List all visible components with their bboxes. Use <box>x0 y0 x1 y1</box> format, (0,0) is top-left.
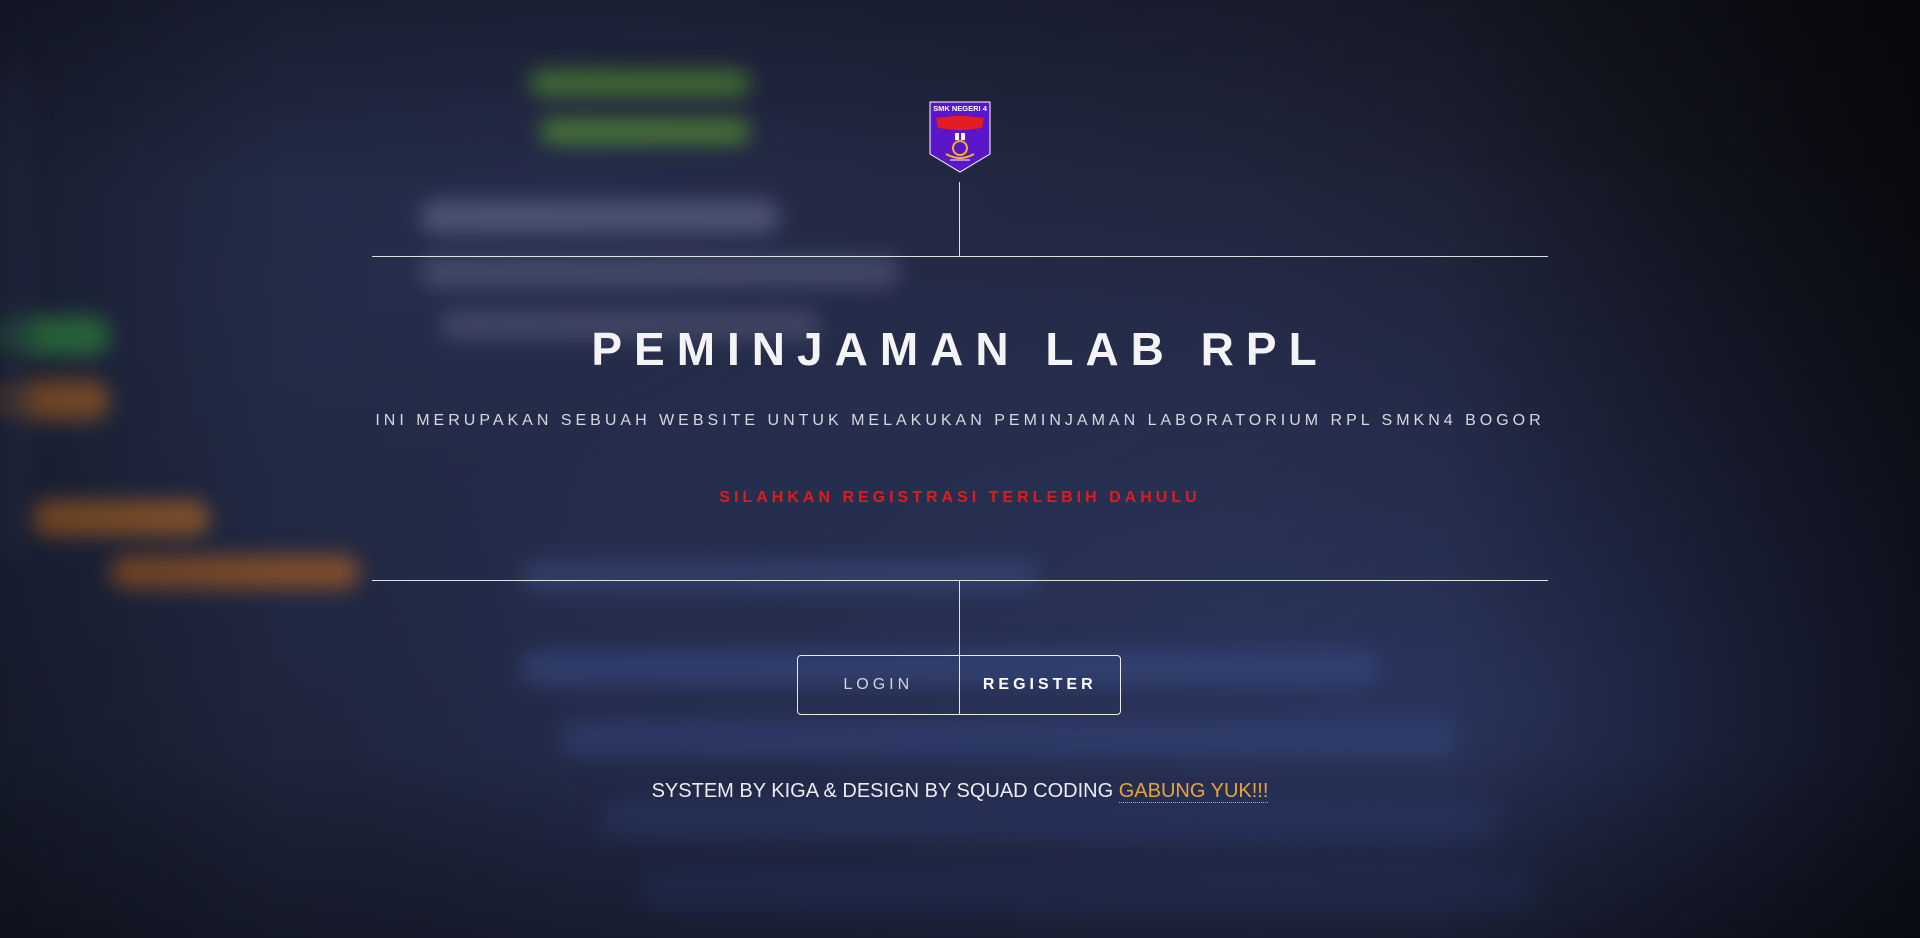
school-logo: SMK NEGERI 4 <box>928 100 992 174</box>
footer: SYSTEM BY KIGA & DESIGN BY SQUAD CODING … <box>0 780 1920 803</box>
divider-vertical-top <box>959 182 960 256</box>
registration-warning: SILAHKAN REGISTRASI TERLEBIH DAHULU <box>719 489 1201 506</box>
register-button[interactable]: REGISTER <box>960 656 1121 714</box>
page-subtitle: INI MERUPAKAN SEBUAH WEBSITE UNTUK MELAK… <box>375 412 1545 429</box>
auth-button-group: LOGIN REGISTER <box>797 655 1121 715</box>
page-title: PEMINJAMAN LAB RPL <box>591 323 1329 375</box>
divider-horizontal-top <box>372 256 1548 257</box>
logo-text: SMK NEGERI 4 <box>933 104 988 113</box>
divider-vertical-bottom <box>959 580 960 655</box>
footer-credit: SYSTEM BY KIGA & DESIGN BY SQUAD CODING <box>651 780 1119 802</box>
login-button[interactable]: LOGIN <box>798 656 960 714</box>
divider-horizontal-bottom <box>372 580 1548 581</box>
join-link[interactable]: GABUNG YUK!!! <box>1118 780 1269 803</box>
